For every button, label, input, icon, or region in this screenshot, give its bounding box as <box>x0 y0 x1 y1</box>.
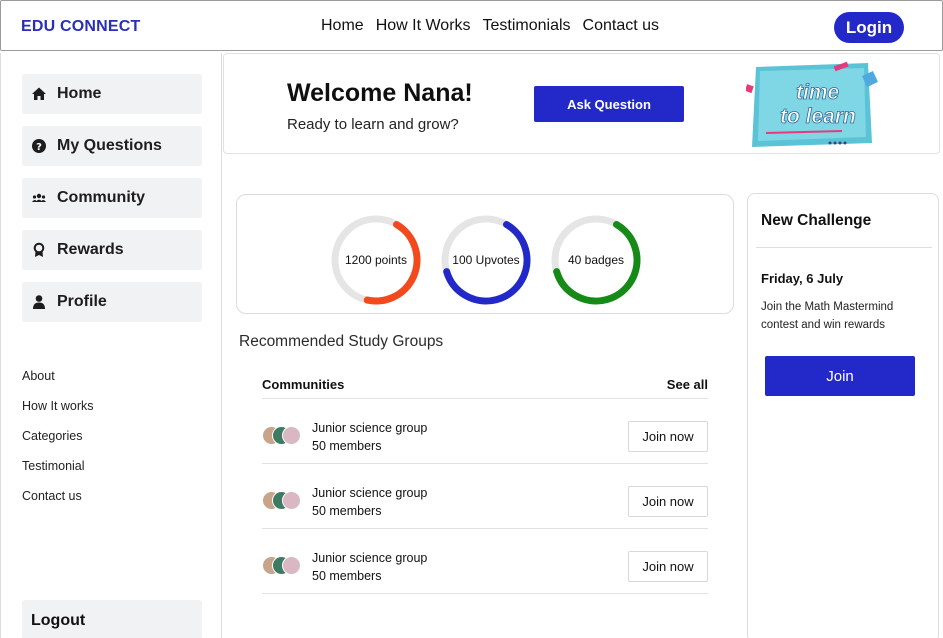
points-label: 1200 points <box>344 253 408 267</box>
login-button[interactable]: Login <box>834 12 904 43</box>
illustration-text-time: time <box>796 81 840 104</box>
illustration-text-to-learn: to learn <box>780 105 856 128</box>
footer-link-categories[interactable]: Categories <box>22 429 82 443</box>
sidebar-item-community[interactable]: Community <box>22 178 202 218</box>
main-nav: Home How It Works Testimonials Contact u… <box>321 17 659 35</box>
footer-link-contact-us[interactable]: Contact us <box>22 489 82 503</box>
sidebar-item-home[interactable]: Home <box>22 74 202 114</box>
brand-logo[interactable]: EDU CONNECT <box>21 18 141 36</box>
study-groups-title: Recommended Study Groups <box>239 333 444 350</box>
join-now-button[interactable]: Join now <box>628 421 708 452</box>
nav-home[interactable]: Home <box>321 17 364 35</box>
upvotes-ring: 100 Upvotes <box>440 214 532 306</box>
sidebar-item-my-questions[interactable]: ? My Questions <box>22 126 202 166</box>
nav-how-it-works[interactable]: How It Works <box>376 17 471 35</box>
challenge-date: Friday, 6 July <box>761 271 844 286</box>
footer-link-about[interactable]: About <box>22 369 55 383</box>
sidebar-item-label: Profile <box>57 293 107 310</box>
group-name: Junior science group <box>312 486 428 500</box>
member-avatars <box>262 556 306 576</box>
challenge-title: New Challenge <box>761 212 872 229</box>
sidebar-item-label: Community <box>57 189 145 206</box>
footer-link-how-it-works[interactable]: How It works <box>22 399 94 413</box>
group-members: 50 members <box>312 439 382 453</box>
challenge-card: New Challenge Friday, 6 July Join the Ma… <box>747 193 939 638</box>
question-circle-icon: ? <box>30 137 48 155</box>
badges-label: 40 badges <box>567 253 625 267</box>
sidebar-item-label: Rewards <box>57 241 124 258</box>
upvotes-label: 100 Upvotes <box>452 253 520 267</box>
user-icon <box>30 293 48 311</box>
award-icon <box>30 241 48 259</box>
ask-question-button[interactable]: Ask Question <box>534 86 684 122</box>
avatar <box>282 491 301 510</box>
badges-ring: 40 badges <box>550 214 642 306</box>
footer-link-testimonial[interactable]: Testimonial <box>22 459 85 473</box>
group-members: 50 members <box>312 504 382 518</box>
avatar <box>282 426 301 445</box>
users-icon <box>30 189 48 207</box>
sidebar-item-rewards[interactable]: Rewards <box>22 230 202 270</box>
welcome-title: Welcome Nana! <box>287 79 473 107</box>
join-now-button[interactable]: Join now <box>628 486 708 517</box>
svg-text:?: ? <box>36 142 42 153</box>
sidebar-item-label: My Questions <box>57 137 162 154</box>
nav-contact-us[interactable]: Contact us <box>583 17 659 35</box>
top-navbar: EDU CONNECT Home How It Works Testimonia… <box>0 0 943 51</box>
sidebar-item-profile[interactable]: Profile <box>22 282 202 322</box>
welcome-banner: Welcome Nana! Ready to learn and grow? A… <box>223 53 940 154</box>
list-item: Junior science group 50 members Join now <box>262 464 708 529</box>
points-ring: 1200 points <box>330 214 422 306</box>
avatar <box>282 556 301 575</box>
list-item: Junior science group 50 members Join now <box>262 529 708 594</box>
communities-label: Communities <box>262 377 345 392</box>
challenge-join-button[interactable]: Join <box>765 356 915 396</box>
welcome-subtitle: Ready to learn and grow? <box>287 116 459 133</box>
list-item: Junior science group 50 members Join now <box>262 399 708 464</box>
time-to-learn-illustration: time to learn <box>744 59 881 151</box>
home-icon <box>30 85 48 103</box>
logout-button[interactable]: Logout <box>22 600 202 638</box>
sidebar: Home ? My Questions Community Rewards Pr… <box>0 53 222 638</box>
stats-card: 1200 points 100 Upvotes 40 badges <box>236 194 734 314</box>
challenge-description: Join the Math Mastermind contest and win… <box>761 301 894 331</box>
sidebar-item-label: Home <box>57 85 102 102</box>
group-name: Junior science group <box>312 421 428 435</box>
study-groups-header: Communities See all <box>262 374 708 399</box>
member-avatars <box>262 491 306 511</box>
nav-testimonials[interactable]: Testimonials <box>483 17 571 35</box>
see-all-link[interactable]: See all <box>667 377 708 398</box>
divider <box>756 247 932 248</box>
study-groups-list: Communities See all Junior science group… <box>262 374 708 594</box>
join-now-button[interactable]: Join now <box>628 551 708 582</box>
member-avatars <box>262 426 306 446</box>
group-name: Junior science group <box>312 551 428 565</box>
group-members: 50 members <box>312 569 382 583</box>
